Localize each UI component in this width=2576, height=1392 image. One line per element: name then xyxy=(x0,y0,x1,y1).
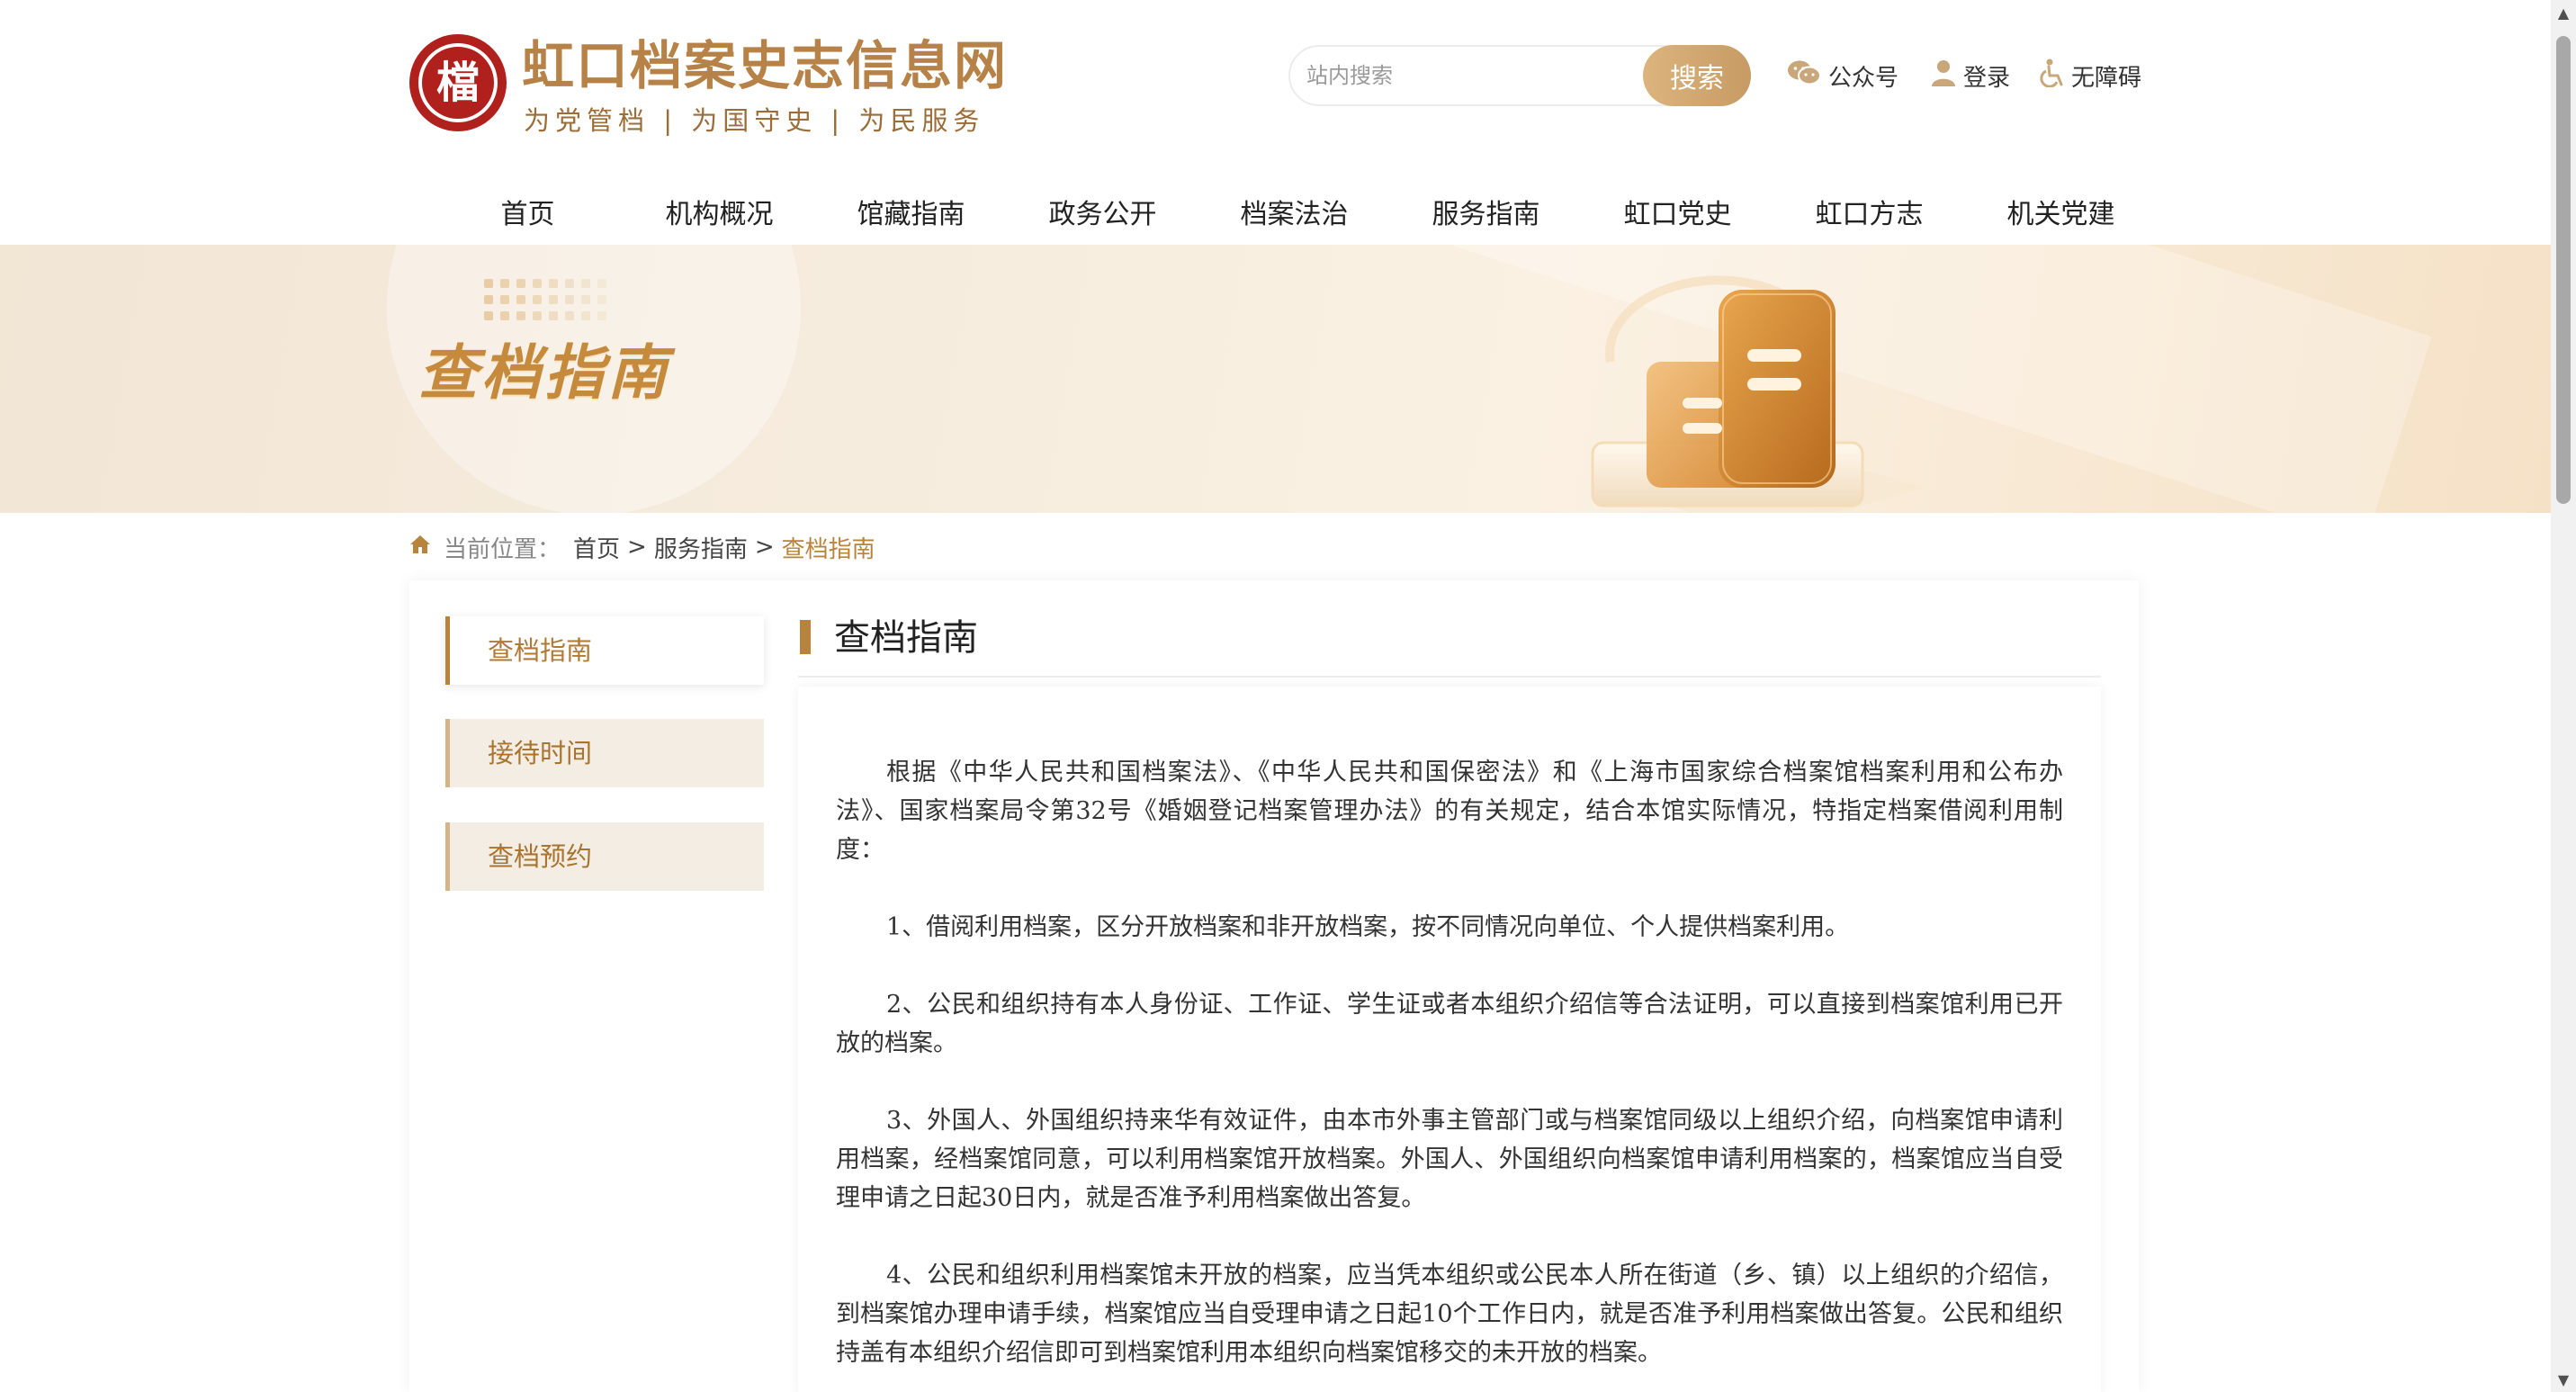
sidebar-item-archive-guide[interactable]: 查档指南 xyxy=(445,616,764,685)
search-input[interactable] xyxy=(1306,47,1576,104)
nav-item-party-building[interactable]: 机关党建 xyxy=(1965,189,2157,241)
main-nav: 首页 机构概况 馆藏指南 政务公开 档案法治 服务指南 虹口党史 虹口方志 机关… xyxy=(432,189,2157,241)
banner-dot xyxy=(549,295,558,304)
login-link[interactable]: 登录 xyxy=(1931,59,2010,92)
article-paragraph: 1、借阅利用档案，区分开放档案和非开放档案，按不同情况向单位、个人提供档案利用。 xyxy=(886,913,1850,941)
seal-logo-icon[interactable]: 檔 xyxy=(409,34,507,131)
banner-dot xyxy=(565,295,574,304)
accessibility-link[interactable]: 无障碍 xyxy=(2039,58,2142,94)
wechat-icon xyxy=(1787,59,1821,93)
article-body: 根据《中华人民共和国档案法》、《中华人民共和国保密法》和《上海市国家综合档案馆档… xyxy=(798,687,2101,1392)
user-icon xyxy=(1931,59,1956,93)
banner-dot xyxy=(500,295,509,304)
accessibility-icon xyxy=(2039,58,2064,94)
banner-dot xyxy=(533,295,542,304)
heading-accent-bar xyxy=(800,620,811,654)
article-paragraph: 4、公民和组织利用档案馆未开放的档案，应当凭本组织或公民本人所在街道（乡、镇）以… xyxy=(836,1262,2063,1367)
banner-dot xyxy=(581,279,590,288)
seal-logo-char: 檔 xyxy=(435,58,480,108)
banner-title: 查档指南 xyxy=(418,338,670,408)
breadcrumb-separator: > xyxy=(754,534,775,561)
banner-dot xyxy=(597,295,606,304)
search-button[interactable]: 搜索 xyxy=(1643,45,1751,106)
breadcrumb-service-link[interactable]: 服务指南 xyxy=(654,531,748,564)
banner-dot xyxy=(581,311,590,320)
nav-item-party-history[interactable]: 虹口党史 xyxy=(1582,189,1773,241)
content-header: 查档指南 xyxy=(798,616,2101,678)
accessibility-label: 无障碍 xyxy=(2071,64,2142,92)
banner-dot xyxy=(516,295,525,304)
banner-dot xyxy=(516,279,525,288)
banner-dot xyxy=(549,279,558,288)
page-banner: 查档指南 xyxy=(0,245,2551,513)
nav-item-service[interactable]: 服务指南 xyxy=(1390,189,1582,241)
document-stack-icon xyxy=(1584,263,1943,513)
banner-dot xyxy=(533,311,542,320)
banner-dot xyxy=(500,311,509,320)
breadcrumb-home-link[interactable]: 首页 xyxy=(573,531,620,564)
search-box: 搜索 xyxy=(1288,45,1751,106)
banner-dot xyxy=(484,311,493,320)
breadcrumb: 当前位置： 首页 > 服务指南 > 查档指南 xyxy=(409,531,875,563)
breadcrumb-separator: > xyxy=(627,534,647,561)
banner-dot xyxy=(581,295,590,304)
banner-dot xyxy=(484,279,493,288)
banner-dot xyxy=(484,295,493,304)
wechat-link[interactable]: 公众号 xyxy=(1787,59,1898,92)
breadcrumb-label: 当前位置： xyxy=(444,535,561,563)
banner-dot xyxy=(597,279,606,288)
page-title: 查档指南 xyxy=(834,617,978,659)
banner-dot xyxy=(597,311,606,320)
login-label: 登录 xyxy=(1963,64,2011,92)
banner-dot xyxy=(500,279,509,288)
scroll-up-arrow-icon[interactable]: ▲ xyxy=(2551,0,2576,25)
banner-dot xyxy=(533,279,542,288)
sidebar-item-appointment[interactable]: 查档预约 xyxy=(445,822,764,891)
nav-item-local-chronicle[interactable]: 虹口方志 xyxy=(1773,189,1965,241)
nav-item-government[interactable]: 政务公开 xyxy=(1007,189,1198,241)
page-scrollbar[interactable]: ▲ ▼ xyxy=(2551,0,2576,1392)
breadcrumb-current: 查档指南 xyxy=(781,535,875,563)
nav-item-home[interactable]: 首页 xyxy=(432,189,624,241)
banner-dot xyxy=(516,311,525,320)
scroll-down-arrow-icon[interactable]: ▼ xyxy=(2551,1367,2576,1392)
site-slogan: 为党管档 | 为国守史 | 为民服务 xyxy=(524,105,985,136)
home-icon xyxy=(409,534,431,561)
banner-dot xyxy=(549,311,558,320)
article-paragraph: 2、公民和组织持有本人身份证、工作证、学生证或者本组织介绍信等合法证明，可以直接… xyxy=(836,991,2063,1057)
scrollbar-thumb[interactable] xyxy=(2556,36,2571,504)
sidebar-item-reception-hours[interactable]: 接待时间 xyxy=(445,719,764,787)
article-paragraph: 3、外国人、外国组织持来华有效证件，由本市外事主管部门或与档案馆同级以上组织介绍… xyxy=(836,1107,2063,1212)
main-content-card: 查档指南 接待时间 查档预约 查档指南 根据《中华人民共和国档案法》、《中华人民… xyxy=(409,580,2139,1392)
site-title[interactable]: 虹口档案史志信息网 xyxy=(522,40,1008,92)
site-header: 檔 虹口档案史志信息网 为党管档 | 为国守史 | 为民服务 搜索 公众号 登录 xyxy=(0,0,2551,245)
nav-item-about[interactable]: 机构概况 xyxy=(624,189,815,241)
banner-dot xyxy=(565,311,574,320)
nav-item-collection[interactable]: 馆藏指南 xyxy=(815,189,1007,241)
banner-dot xyxy=(565,279,574,288)
nav-item-law[interactable]: 档案法治 xyxy=(1198,189,1390,241)
wechat-label: 公众号 xyxy=(1828,64,1899,92)
article-paragraph: 根据《中华人民共和国档案法》、《中华人民共和国保密法》和《上海市国家综合档案馆档… xyxy=(836,759,2063,864)
